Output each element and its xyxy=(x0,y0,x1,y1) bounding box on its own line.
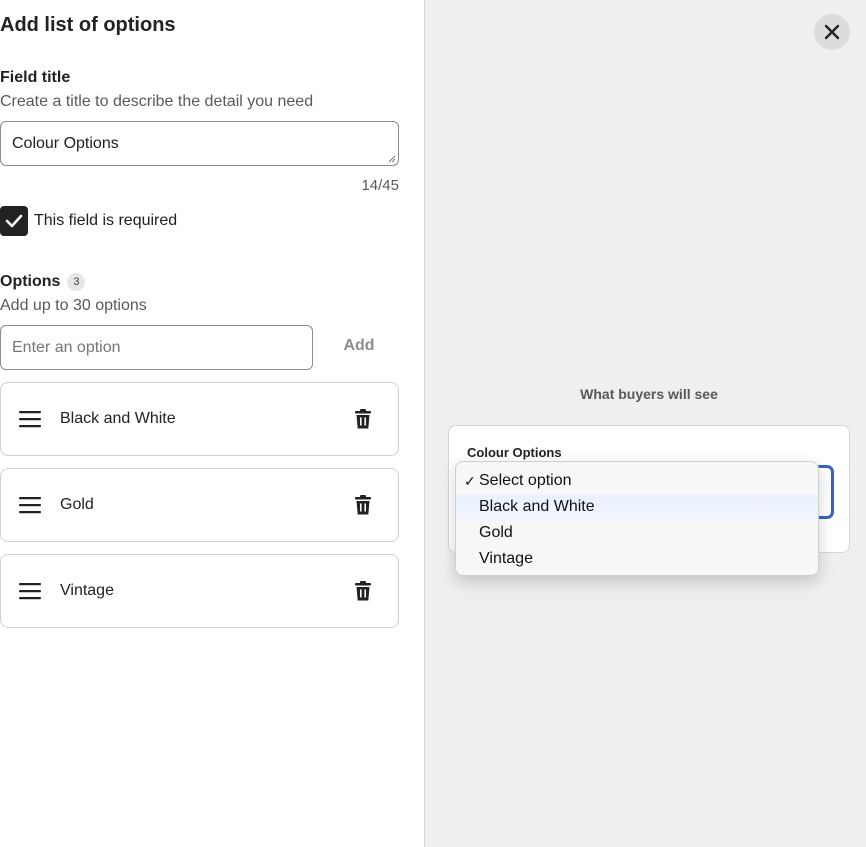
close-button[interactable] xyxy=(814,14,850,50)
field-title-label: Field title xyxy=(0,69,71,86)
drag-handle-icon[interactable] xyxy=(19,410,41,428)
options-label: Options xyxy=(0,273,61,290)
required-checkbox[interactable] xyxy=(0,206,28,236)
options-editor-panel: Add list of options Field title Create a… xyxy=(0,0,424,847)
new-option-input[interactable] xyxy=(0,325,313,370)
dropdown-menu: ✓ Select option Black and White Gold Vin… xyxy=(455,461,819,576)
char-counter: 14/45 xyxy=(361,177,399,194)
add-option-button[interactable]: Add xyxy=(336,333,382,359)
trash-icon[interactable] xyxy=(352,408,374,430)
drag-handle-icon[interactable] xyxy=(19,582,41,600)
options-help: Add up to 30 options xyxy=(0,297,147,314)
dropdown-option-label: Black and White xyxy=(479,498,595,515)
option-row: Vintage xyxy=(0,554,399,628)
option-row: Black and White xyxy=(0,382,399,456)
options-count-badge: 3 xyxy=(67,273,86,291)
dropdown-option-select[interactable]: ✓ Select option xyxy=(456,469,818,495)
trash-icon[interactable] xyxy=(352,580,374,602)
dropdown-option-black-and-white[interactable]: Black and White xyxy=(456,495,818,521)
preview-field-label: Colour Options xyxy=(467,445,562,460)
preview-caption: What buyers will see xyxy=(580,386,718,402)
checkmark-icon: ✓ xyxy=(464,473,476,489)
options-heading: Options 3 xyxy=(0,273,86,291)
preview-panel xyxy=(424,0,866,847)
drag-handle-icon[interactable] xyxy=(19,496,41,514)
dropdown-option-label: Select option xyxy=(479,472,572,489)
field-title-input[interactable]: Colour Options xyxy=(0,121,399,166)
dropdown-option-gold[interactable]: Gold xyxy=(456,521,818,547)
option-label: Black and White xyxy=(60,410,176,427)
dropdown-option-vintage[interactable]: Vintage xyxy=(456,547,818,573)
required-label[interactable]: This field is required xyxy=(34,212,177,230)
dropdown-option-label: Gold xyxy=(479,524,513,541)
field-title-help: Create a title to describe the detail yo… xyxy=(0,93,314,110)
option-label: Gold xyxy=(60,496,94,513)
trash-icon[interactable] xyxy=(352,494,374,516)
field-title-value: Colour Options xyxy=(12,134,119,152)
panel-title: Add list of options xyxy=(0,14,176,36)
checkmark-icon xyxy=(5,214,23,228)
close-icon xyxy=(824,24,840,40)
option-row: Gold xyxy=(0,468,399,542)
option-label: Vintage xyxy=(60,582,114,599)
dropdown-option-label: Vintage xyxy=(479,550,533,567)
resize-grip-icon[interactable] xyxy=(388,155,396,163)
